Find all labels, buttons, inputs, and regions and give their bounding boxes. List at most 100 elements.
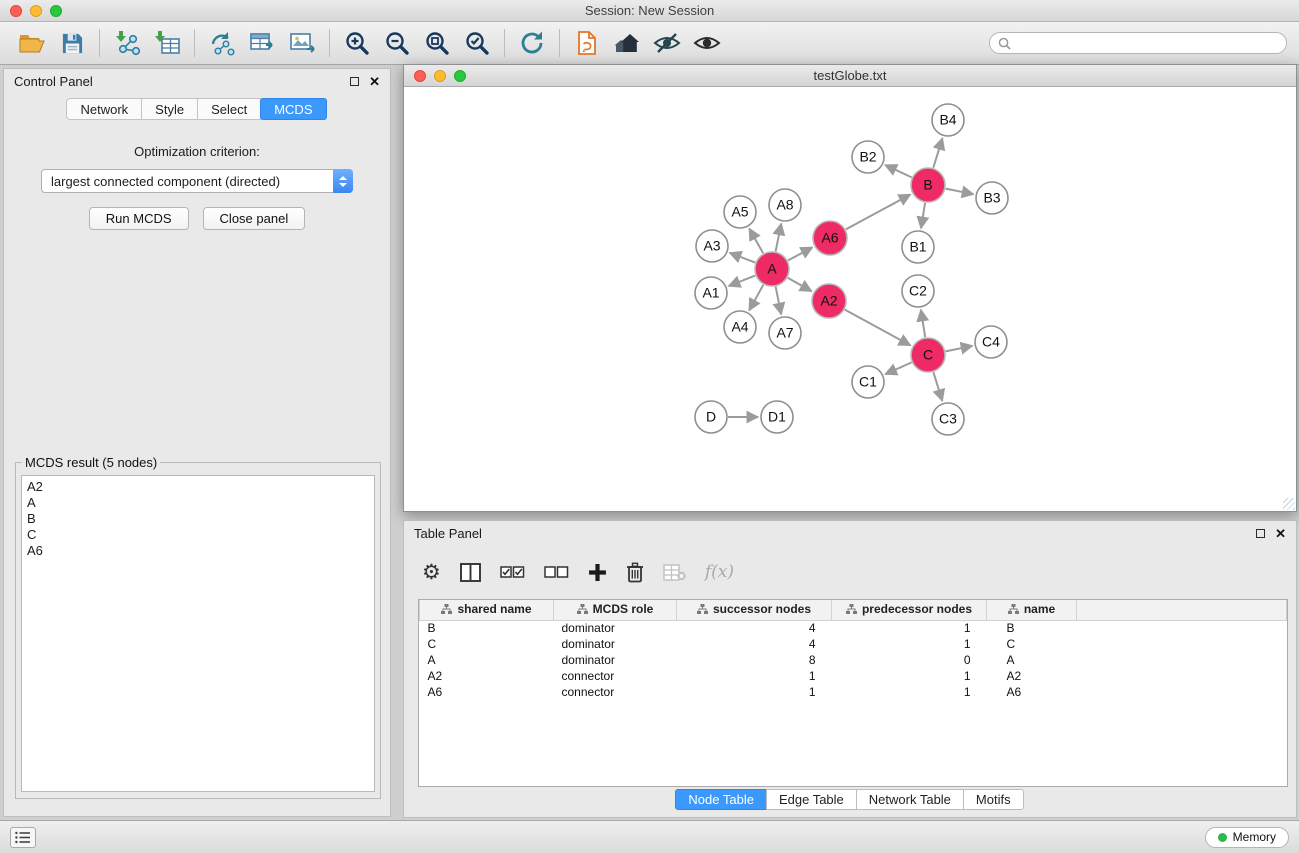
column-header[interactable]: name	[987, 600, 1077, 620]
open-session-file-button[interactable]	[567, 25, 607, 61]
graph-edge[interactable]	[946, 189, 974, 195]
tab-edge-table[interactable]: Edge Table	[766, 789, 857, 810]
unselect-all-columns-button[interactable]	[544, 558, 569, 586]
tab-style[interactable]: Style	[141, 98, 198, 120]
select-all-columns-button[interactable]	[500, 558, 525, 586]
graph-edge[interactable]	[885, 362, 911, 374]
graph-node-A8[interactable]: A8	[769, 189, 801, 221]
zoom-out-button[interactable]	[377, 25, 417, 61]
graph-edge[interactable]	[776, 224, 782, 252]
table-row[interactable]: A6connector11A6	[420, 684, 1287, 700]
delete-column-button[interactable]	[626, 558, 644, 586]
open-file-button[interactable]	[12, 25, 52, 61]
zoom-window-button[interactable]	[50, 5, 62, 17]
graph-edge[interactable]	[921, 203, 925, 228]
float-panel-icon[interactable]	[350, 77, 359, 86]
graph-node-D[interactable]: D	[695, 401, 727, 433]
graph-edge[interactable]	[729, 276, 756, 286]
graph-edge[interactable]	[846, 195, 911, 230]
zoom-fit-button[interactable]	[417, 25, 457, 61]
tab-network[interactable]: Network	[66, 98, 142, 120]
minimize-window-button[interactable]	[30, 5, 42, 17]
column-header[interactable]: MCDS role	[554, 600, 677, 620]
graph-edge[interactable]	[749, 229, 763, 254]
graph-edge[interactable]	[749, 285, 763, 311]
show-graphics-details-button[interactable]	[687, 25, 727, 61]
graph-node-A7[interactable]: A7	[769, 317, 801, 349]
import-network-file-button[interactable]	[107, 25, 147, 61]
graph-node-A3[interactable]: A3	[696, 230, 728, 262]
list-item[interactable]: B	[27, 511, 369, 527]
graph-node-C3[interactable]: C3	[932, 403, 964, 435]
graph-node-A[interactable]: A	[755, 252, 789, 286]
network-window-titlebar[interactable]: testGlobe.txt	[404, 65, 1296, 87]
table-settings-button[interactable]: ⚙	[422, 558, 441, 586]
graph-edge[interactable]	[788, 278, 812, 291]
refresh-view-button[interactable]	[512, 25, 552, 61]
close-panel-icon[interactable]: ✕	[369, 75, 380, 88]
graph-node-A5[interactable]: A5	[724, 196, 756, 228]
tab-motifs[interactable]: Motifs	[963, 789, 1024, 810]
graph-node-C4[interactable]: C4	[975, 326, 1007, 358]
node-table[interactable]: shared nameMCDS rolesuccessor nodesprede…	[418, 599, 1288, 787]
list-item[interactable]: A	[27, 495, 369, 511]
graph-node-A4[interactable]: A4	[724, 311, 756, 343]
column-header[interactable]: shared name	[420, 600, 554, 620]
table-row[interactable]: Bdominator41B	[420, 620, 1287, 636]
home-button[interactable]	[607, 25, 647, 61]
export-image-button[interactable]	[282, 25, 322, 61]
zoom-selected-button[interactable]	[457, 25, 497, 61]
resize-grip-icon[interactable]	[1283, 498, 1295, 510]
graph-edge[interactable]	[933, 138, 942, 168]
list-item[interactable]: C	[27, 527, 369, 543]
run-mcds-button[interactable]: Run MCDS	[89, 207, 189, 230]
search-field[interactable]	[989, 32, 1287, 54]
column-header[interactable]: predecessor nodes	[832, 600, 987, 620]
graph-edge[interactable]	[730, 253, 756, 263]
graph-node-C[interactable]: C	[911, 338, 945, 372]
graph-node-A1[interactable]: A1	[695, 277, 727, 309]
minimize-network-window-button[interactable]	[434, 70, 446, 82]
close-window-button[interactable]	[10, 5, 22, 17]
show-columns-button[interactable]	[460, 558, 481, 586]
list-item[interactable]: A6	[27, 543, 369, 559]
task-history-button[interactable]	[10, 827, 36, 848]
graph-node-C1[interactable]: C1	[852, 366, 884, 398]
tab-select[interactable]: Select	[197, 98, 261, 120]
zoom-network-window-button[interactable]	[454, 70, 466, 82]
delete-table-button[interactable]	[663, 558, 686, 586]
tab-network-table[interactable]: Network Table	[856, 789, 964, 810]
network-canvas[interactable]: B4B2BB3A5A8A6B1A3AC2A1A2A4A7C4CC1C3DD1	[404, 87, 1296, 511]
graph-edge[interactable]	[921, 310, 925, 337]
table-row[interactable]: Adominator80A	[420, 652, 1287, 668]
clone-network-button[interactable]	[202, 25, 242, 61]
float-table-panel-icon[interactable]	[1256, 529, 1265, 538]
table-row[interactable]: A2connector11A2	[420, 668, 1287, 684]
criterion-dropdown[interactable]: largest connected component (directed)	[41, 169, 353, 193]
zoom-in-button[interactable]	[337, 25, 377, 61]
mcds-result-list[interactable]: A2ABCA6	[21, 475, 375, 792]
list-item[interactable]: A2	[27, 479, 369, 495]
graph-edge[interactable]	[845, 310, 911, 346]
graph-node-B2[interactable]: B2	[852, 141, 884, 173]
function-builder-button[interactable]: f(x)	[705, 558, 734, 586]
graph-node-A6[interactable]: A6	[813, 221, 847, 255]
table-row[interactable]: Cdominator41C	[420, 636, 1287, 652]
graph-edge[interactable]	[776, 287, 782, 315]
memory-button[interactable]: Memory	[1205, 827, 1289, 848]
save-session-button[interactable]	[52, 25, 92, 61]
graph-node-B1[interactable]: B1	[902, 231, 934, 263]
tab-mcds[interactable]: MCDS	[260, 98, 326, 120]
search-input[interactable]	[1016, 36, 1278, 50]
hide-graphics-details-button[interactable]	[647, 25, 687, 61]
close-table-panel-icon[interactable]: ✕	[1275, 527, 1286, 540]
close-panel-button[interactable]: Close panel	[203, 207, 306, 230]
graph-node-B3[interactable]: B3	[976, 182, 1008, 214]
graph-edge[interactable]	[933, 372, 942, 401]
graph-node-C2[interactable]: C2	[902, 275, 934, 307]
graph-node-B[interactable]: B	[911, 168, 945, 202]
import-network-database-button[interactable]	[242, 25, 282, 61]
import-table-file-button[interactable]	[147, 25, 187, 61]
graph-node-B4[interactable]: B4	[932, 104, 964, 136]
graph-edge[interactable]	[788, 247, 813, 260]
